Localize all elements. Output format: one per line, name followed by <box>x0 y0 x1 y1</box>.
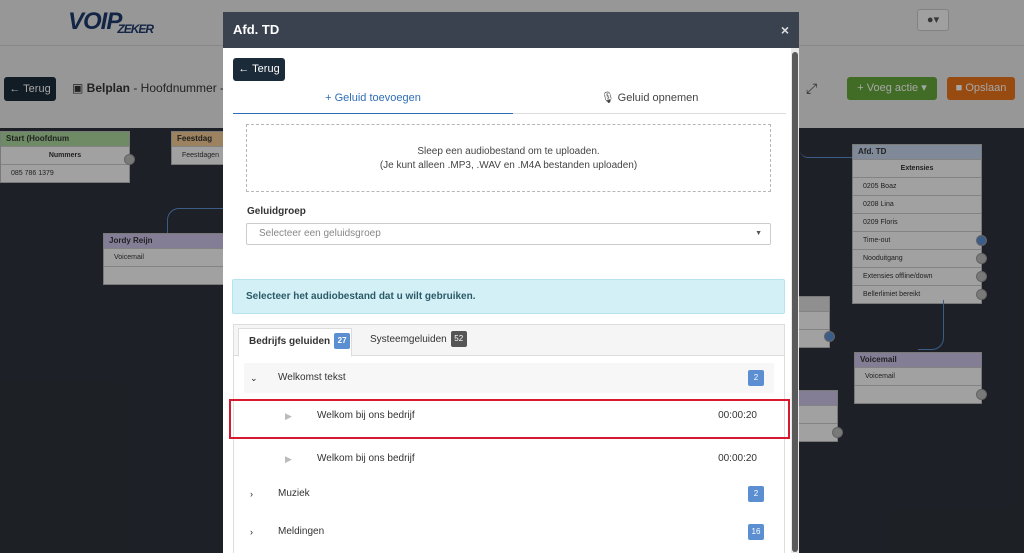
dropzone-text: Sleep een audiobestand om te uploaden. <box>417 146 600 157</box>
modal-header: Afd. TD × <box>223 12 799 48</box>
chevron-right-icon: › <box>250 489 253 499</box>
sound-row[interactable]: ▶ Welkom bij ons bedrijf 00:00:20 <box>229 440 782 478</box>
tab-label: Bedrijfs geluiden <box>249 336 331 347</box>
modal-back-button[interactable]: ← Terug <box>233 58 285 81</box>
folder-muziek[interactable]: › Muziek 2 <box>244 479 774 509</box>
caret-down-icon: ▼ <box>755 230 762 237</box>
close-icon[interactable]: × <box>781 12 789 48</box>
modal-scrollbar[interactable] <box>791 48 799 553</box>
folder-name: Muziek <box>278 488 310 499</box>
tab-bedrijfs-geluiden[interactable]: Bedrijfs geluiden 27 <box>238 328 352 357</box>
tab-label: Systeemgeluiden <box>370 334 447 345</box>
microphone-icon: 🎙 <box>600 92 618 104</box>
app-root: VOIPZEKER ●▾ ← Terug ▣ Belplan - Hoofdnu… <box>0 0 1024 553</box>
info-alert: Selecteer het audiobestand dat u wilt ge… <box>232 279 785 314</box>
folder-count: 2 <box>748 370 764 386</box>
tab-add-sound[interactable]: + Geluid toevoegen <box>233 89 513 114</box>
sound-duration: 00:00:20 <box>718 453 757 464</box>
count-badge: 52 <box>450 331 467 348</box>
scrollbar-thumb[interactable] <box>792 52 798 552</box>
tab-record-sound[interactable]: 🎙 Geluid opnemen <box>513 89 786 114</box>
count-badge: 27 <box>334 333 351 350</box>
sound-name: Welkom bij ons bedrijf <box>317 453 415 464</box>
group-label: Geluidgroep <box>247 206 306 217</box>
folder-name: Meldingen <box>278 526 325 537</box>
highlight-box <box>229 399 790 439</box>
modal-body: ← Terug + Geluid toevoegen 🎙 Geluid opne… <box>223 48 791 553</box>
dropzone-hint: (Je kunt alleen .MP3, .WAV en .M4A besta… <box>379 160 638 171</box>
sound-source-tabs: + Geluid toevoegen 🎙 Geluid opnemen <box>233 89 786 114</box>
library-tabs: Bedrijfs geluiden 27 Systeemgeluiden 52 <box>234 325 784 357</box>
folder-welkomst[interactable]: ⌄ Welkomst tekst 2 <box>244 363 774 393</box>
group-select-placeholder: Selecteer een geluidsgroep <box>259 228 381 239</box>
folder-meldingen[interactable]: › Meldingen 16 <box>244 517 774 547</box>
folder-count: 16 <box>748 524 764 540</box>
upload-dropzone[interactable]: Sleep een audiobestand om te uploaden. (… <box>246 124 771 192</box>
modal-title: Afd. TD <box>233 22 280 37</box>
play-icon[interactable]: ▶ <box>285 440 292 478</box>
chevron-right-icon: › <box>250 527 253 537</box>
folder-count: 2 <box>748 486 764 502</box>
sound-modal: Afd. TD × ← Terug + Geluid toevoegen 🎙 G… <box>223 12 799 553</box>
tab-record-label: Geluid opnemen <box>617 92 699 104</box>
tab-systeemgeluiden[interactable]: Systeemgeluiden 52 <box>360 325 467 356</box>
group-select[interactable]: Selecteer een geluidsgroep ▼ <box>246 223 771 245</box>
folder-name: Welkomst tekst <box>278 372 346 383</box>
chevron-down-icon: ⌄ <box>250 373 258 383</box>
